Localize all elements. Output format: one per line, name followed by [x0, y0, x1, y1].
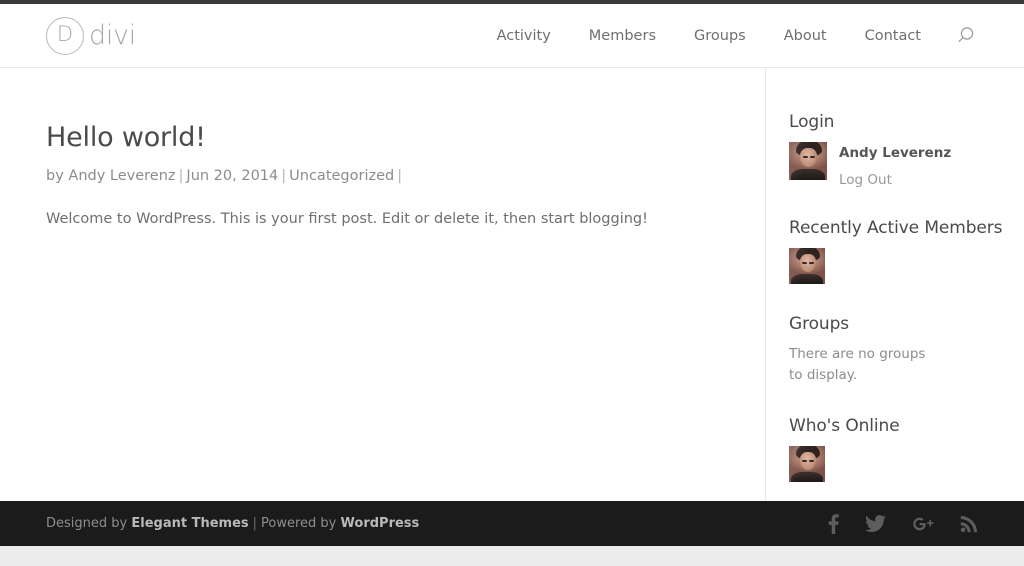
avatar[interactable]	[789, 248, 825, 285]
post-author-link[interactable]: Andy Leverenz	[68, 168, 175, 184]
post-title: Hello world!	[46, 122, 206, 153]
post-meta-separator-3: |	[397, 168, 403, 185]
avatar[interactable]	[789, 445, 825, 482]
nav-item-activity[interactable]: Activity	[478, 28, 570, 44]
nav-item-about[interactable]: About	[765, 28, 846, 44]
nav-item-groups[interactable]: Groups	[675, 28, 765, 44]
page-container: D divi Activity Members Groups About Con…	[0, 4, 1024, 501]
widget-recently-active-title: Recently Active Members	[789, 218, 1003, 239]
footer-designed-by-label: Designed by	[46, 516, 132, 531]
widget-groups: Groups There are no groups to display.	[789, 315, 1024, 386]
sidebar: Login Andy Leverenz Log Out Recently Act…	[765, 68, 1024, 501]
nav-item-contact[interactable]: Contact	[846, 28, 940, 44]
main-navigation: Activity Members Groups About Contact	[478, 23, 978, 49]
rss-link[interactable]	[960, 515, 978, 533]
page-bottom-spacer	[0, 546, 1024, 566]
rss-icon	[960, 515, 977, 532]
site-logo[interactable]: D divi	[46, 16, 136, 55]
twitter-icon	[865, 514, 886, 532]
search-icon	[958, 27, 973, 42]
groups-empty-text: There are no groups to display.	[789, 346, 926, 384]
google-plus-link[interactable]	[912, 515, 934, 533]
main-content-column: Hello world! by Andy Leverenz | Jun 20, 20…	[0, 68, 765, 501]
logged-in-user-name[interactable]: Andy Leverenz	[839, 145, 951, 161]
twitter-link[interactable]	[865, 514, 886, 533]
widget-whos-online: Who's Online	[789, 415, 1024, 482]
avatar[interactable]	[789, 142, 827, 181]
post-excerpt: Welcome to WordPress. This is your first…	[46, 211, 648, 228]
footer-credit: Designed by Elegant Themes | Powered by Wo…	[46, 516, 419, 531]
widget-login: Login Andy Leverenz Log Out	[789, 112, 1024, 188]
widget-whos-online-title: Who's Online	[789, 415, 900, 436]
google-plus-icon	[913, 517, 934, 530]
site-logo-text: divi	[89, 20, 136, 51]
social-links	[828, 513, 978, 534]
nav-item-members[interactable]: Members	[570, 28, 675, 44]
post-meta-separator-2: |	[281, 168, 287, 185]
login-user-row: Andy Leverenz Log Out	[789, 142, 1024, 188]
site-footer: Designed by Elegant Themes | Powered by Wo…	[0, 501, 1024, 546]
login-info: Andy Leverenz Log Out	[839, 142, 951, 188]
site-header: D divi Activity Members Groups About Con…	[0, 4, 1024, 68]
post-meta-by-prefix: by	[46, 168, 69, 185]
post-category-link[interactable]: Uncategorized	[289, 168, 394, 184]
avatar-sheen	[789, 142, 827, 181]
avatar-sheen	[789, 248, 825, 285]
footer-powered-by-label: Powered by	[261, 516, 341, 531]
widget-login-title: Login	[789, 112, 835, 132]
facebook-icon	[828, 513, 839, 534]
widget-recently-active-members: Recently Active Members	[789, 218, 1024, 285]
wordpress-link[interactable]: WordPress	[341, 516, 420, 531]
divi-logo-icon: D	[46, 16, 84, 55]
post-meta: by Andy Leverenz | Jun 20, 2014 | Uncategori…	[46, 168, 719, 184]
facebook-link[interactable]	[828, 513, 839, 534]
widget-groups-title: Groups	[789, 314, 850, 335]
elegant-themes-link[interactable]: Elegant Themes	[131, 516, 248, 531]
post-date: Jun 20, 2014	[186, 168, 279, 185]
avatar-sheen	[789, 445, 825, 482]
blog-post: Hello world! by Andy Leverenz | Jun 20, 20…	[46, 122, 719, 232]
logout-link[interactable]: Log Out	[839, 172, 951, 188]
search-button[interactable]	[952, 23, 978, 49]
footer-separator: |	[252, 516, 258, 531]
content-wrapper: Hello world! by Andy Leverenz | Jun 20, 20…	[0, 68, 1024, 501]
post-meta-separator-1: |	[178, 168, 184, 185]
